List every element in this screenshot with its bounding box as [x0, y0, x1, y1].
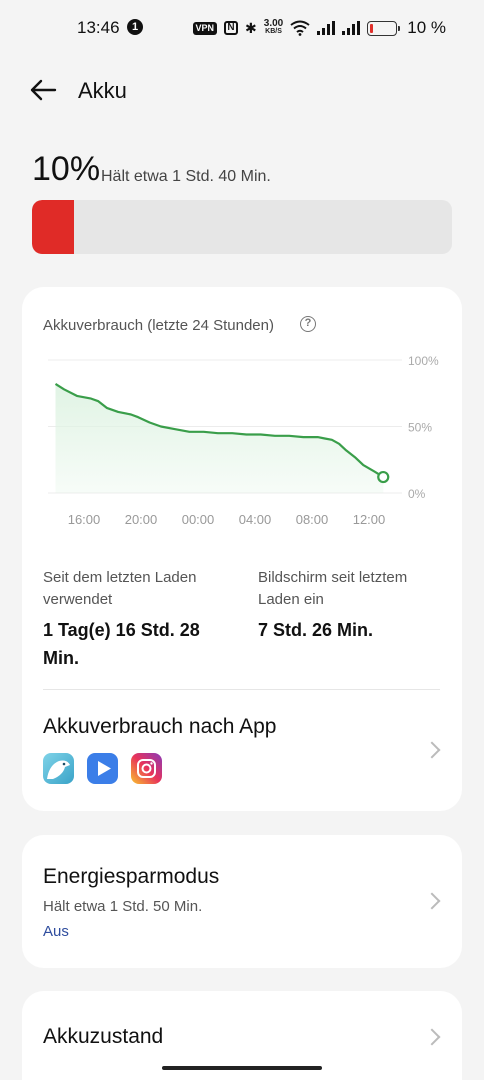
app-usage-title: Akkuverbrauch nach App	[43, 715, 277, 738]
status-bar: 13:46 1 VPN N ✱ 3.00 KB/S 10 %	[0, 0, 484, 56]
chart-data-point	[324, 438, 326, 440]
back-button[interactable]	[24, 72, 60, 108]
chart-data-point	[260, 434, 262, 436]
chart-y-tick-label: 0%	[408, 487, 426, 501]
notification-count-badge: 1	[127, 19, 143, 35]
chart-x-tick-label: 00:00	[182, 512, 215, 527]
chart-data-point	[374, 471, 376, 473]
chart-data-point	[288, 435, 290, 437]
chart-data-point	[354, 456, 356, 458]
chart-data-point	[231, 432, 233, 434]
chart-x-tick-label: 16:00	[68, 512, 101, 527]
energy-saver-subtitle: Hält etwa 1 Std. 50 Min.	[43, 898, 203, 915]
chart-x-tick-label: 12:00	[353, 512, 386, 527]
page-title: Akku	[78, 78, 127, 103]
network-speed-unit: KB/S	[265, 28, 282, 35]
signal-2-icon	[342, 21, 361, 35]
stat-label-screen-on: Bildschirm seit letztem Laden ein	[258, 569, 408, 608]
chart-data-point	[76, 395, 78, 397]
chart-x-tick-label: 08:00	[296, 512, 329, 527]
chart-data-point	[246, 434, 248, 436]
chart-data-point	[106, 407, 108, 409]
battery-level-fill	[32, 200, 74, 254]
chart-title: Akkuverbrauch (letzte 24 Stunden)	[43, 317, 274, 334]
stat-label-used-since-charge: Seit dem letzten Laden verwendet	[43, 569, 197, 608]
stat-value-used-since-charge: 1 Tag(e) 16 Std. 28 Min.	[43, 620, 200, 668]
status-time: 13:46	[77, 18, 120, 37]
nfc-icon: N	[224, 21, 239, 35]
chart-data-point	[97, 400, 99, 402]
chart-data-point	[174, 428, 176, 430]
chart-data-point	[137, 416, 139, 418]
bluetooth-icon: ✱	[245, 20, 257, 36]
chart-data-point	[217, 432, 219, 434]
chevron-right-icon	[423, 741, 441, 759]
app-usage-row[interactable]: Akkuverbrauch nach App	[22, 690, 462, 811]
chart-data-point	[117, 411, 119, 413]
bird-app-icon	[43, 753, 74, 784]
status-battery-percent: 10 %	[407, 18, 446, 37]
help-icon[interactable]: ?	[300, 316, 316, 332]
battery-icon-level	[370, 23, 374, 33]
chart-data-point	[363, 464, 365, 466]
signal-1-icon	[317, 21, 336, 35]
vpn-icon: VPN	[192, 21, 218, 35]
chart-data-point	[189, 431, 191, 433]
chart-data-point	[274, 435, 276, 437]
chart-data-point	[130, 414, 132, 416]
chart-data-point	[317, 436, 319, 438]
battery-usage-card: Akkuverbrauch (letzte 24 Stunden) ? 100%…	[22, 287, 462, 811]
chart-data-point	[63, 388, 65, 390]
chart-y-tick-label: 100%	[408, 354, 439, 368]
chart-x-tick-label: 04:00	[239, 512, 272, 527]
chart-data-point	[303, 436, 305, 438]
home-indicator	[162, 1066, 322, 1070]
instagram-icon	[131, 753, 162, 784]
video-player-icon	[87, 753, 118, 784]
battery-percent: 10%	[32, 150, 101, 188]
wifi-icon	[290, 20, 310, 36]
battery-icon	[367, 20, 401, 36]
battery-usage-chart: 100% 50% 0% 16:00 20:00 00:00 04:00 08:00 12:00	[48, 354, 439, 527]
back-arrow-icon	[30, 79, 57, 101]
chart-y-tick-label: 50%	[408, 421, 432, 435]
chart-data-point	[160, 426, 162, 428]
energy-saver-card[interactable]: Energiesparmodus Hält etwa 1 Std. 50 Min…	[22, 835, 462, 968]
chart-data-point	[149, 422, 151, 424]
chart-data-point	[338, 443, 340, 445]
energy-saver-status: Aus	[43, 923, 69, 940]
battery-health-title: Akkuzustand	[43, 1025, 164, 1048]
chart-current-point-marker	[377, 470, 390, 484]
battery-remaining-time: Hält etwa 1 Std. 40 Min.	[101, 168, 271, 185]
network-speed: 3.00 KB/S	[263, 18, 284, 36]
chart-data-point	[203, 431, 205, 433]
chart-data-point	[331, 439, 333, 441]
chart-data-point	[345, 450, 347, 452]
header: Akku	[0, 60, 484, 120]
stat-value-screen-on: 7 Std. 26 Min.	[258, 620, 374, 640]
network-speed-value: 3.00	[263, 18, 284, 29]
battery-level-bar	[32, 200, 452, 254]
chart-data-point	[90, 398, 92, 400]
app-icons-list	[43, 753, 162, 784]
chevron-right-icon	[423, 892, 441, 910]
status-icons: VPN N ✱ 3.00 KB/S 10 %	[192, 16, 446, 40]
chart-data-point	[55, 383, 57, 385]
energy-saver-title: Energiesparmodus	[43, 865, 220, 888]
chart-x-tick-label: 20:00	[125, 512, 158, 527]
chevron-right-icon	[423, 1028, 441, 1046]
chart-area-fill	[55, 383, 384, 493]
